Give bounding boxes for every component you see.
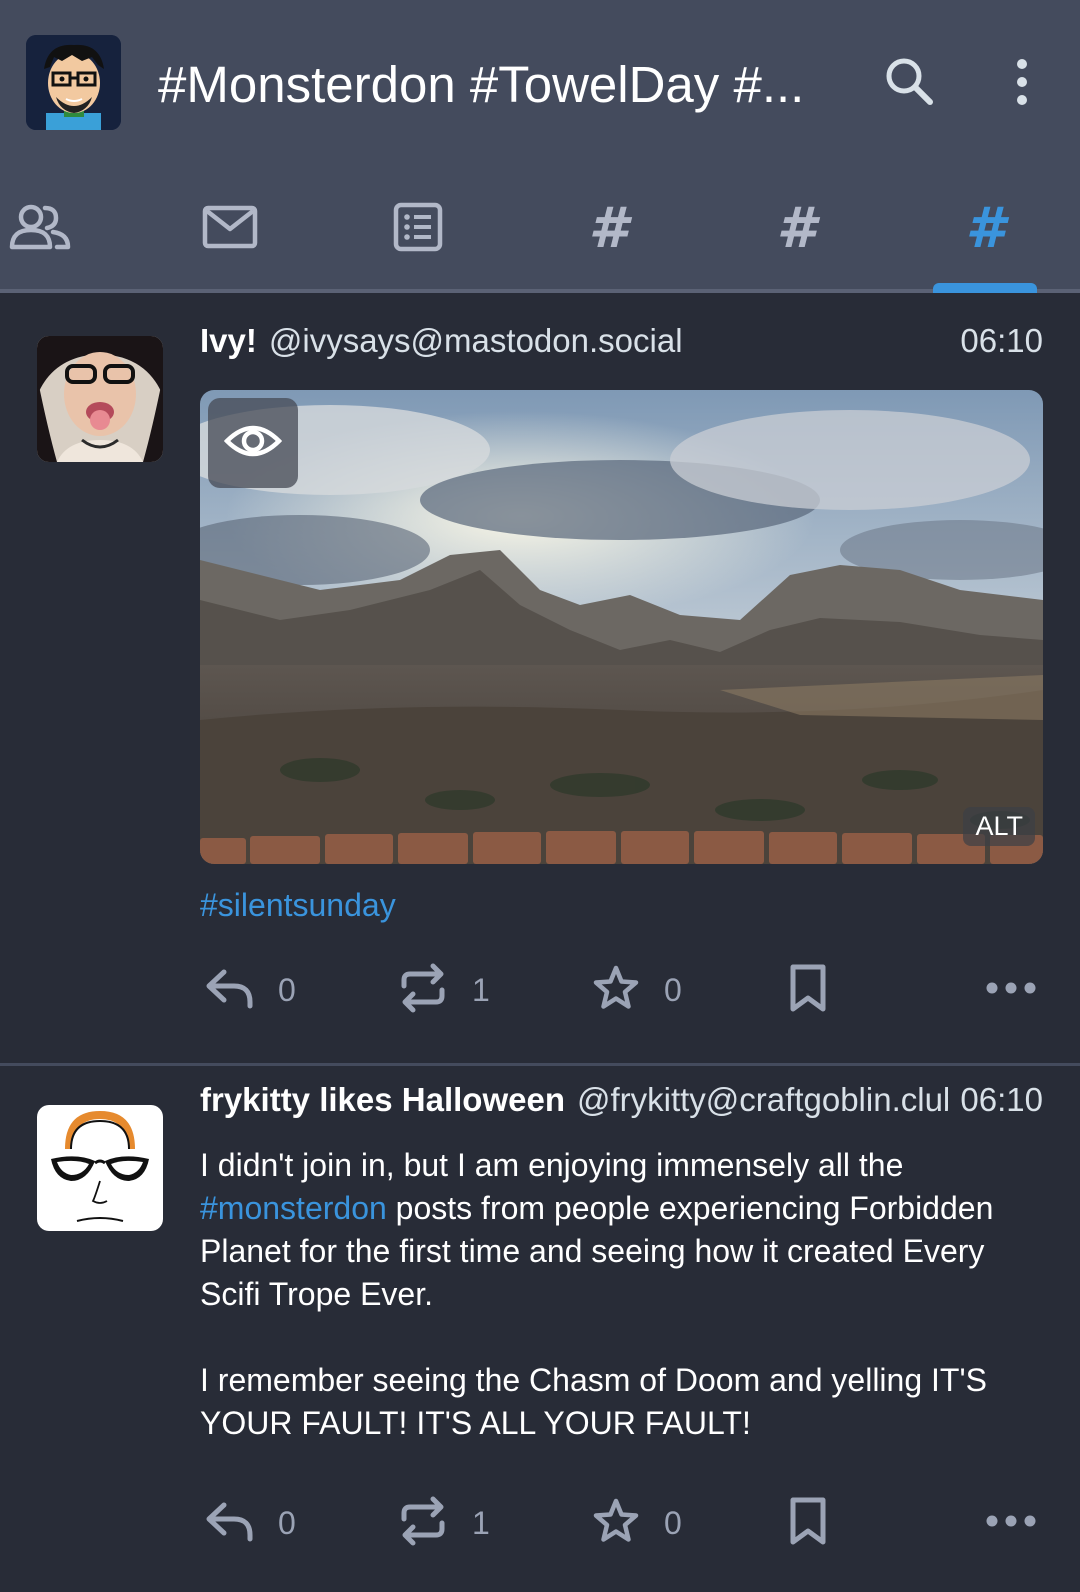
reply-icon	[204, 1499, 254, 1548]
reply-button[interactable]: 0	[204, 1493, 296, 1553]
post-actions: 0 1 0	[200, 1493, 1050, 1553]
post-paragraph: I didn't join in, but I am enjoying imme…	[200, 1144, 1050, 1316]
active-tab-indicator	[933, 283, 1037, 293]
status-post[interactable]: Ivy! @ivysays@mastodon.social 06:10 ALT …	[0, 300, 1080, 1063]
avatar[interactable]	[37, 1105, 163, 1231]
post-content: I didn't join in, but I am enjoying imme…	[200, 1144, 1050, 1445]
avatar[interactable]	[37, 336, 163, 462]
favourite-count: 0	[664, 971, 682, 1008]
post-text: I didn't join in, but I am enjoying imme…	[200, 1147, 904, 1183]
tab-bar: # # #	[0, 165, 1080, 293]
hashtag-link[interactable]: #silentsunday	[200, 887, 396, 923]
post-paragraph: I remember seeing the Chasm of Doom and …	[200, 1362, 987, 1441]
more-horizontal-icon	[985, 1513, 1037, 1534]
favourite-button[interactable]: 0	[592, 960, 682, 1020]
boost-button[interactable]: 1	[398, 1493, 490, 1553]
account-handle[interactable]: @ivysays@mastodon.social	[269, 322, 949, 360]
more-vertical-icon[interactable]	[990, 52, 1050, 112]
tab-hashtag-2[interactable]: #	[706, 165, 886, 293]
bookmark-button[interactable]	[788, 1493, 828, 1553]
display-name[interactable]: Ivy!	[200, 322, 257, 360]
reply-count: 0	[278, 971, 296, 1008]
tab-messages[interactable]	[140, 165, 320, 293]
post-content: #silentsunday	[200, 884, 1050, 927]
tab-home[interactable]	[0, 165, 130, 293]
more-options-button[interactable]	[985, 960, 1037, 1020]
search-icon[interactable]	[880, 52, 940, 112]
favourite-button[interactable]: 0	[592, 1493, 682, 1553]
post-header: Ivy! @ivysays@mastodon.social 06:10	[200, 322, 1043, 372]
page-title: #Monsterdon #TowelDay #...	[158, 56, 805, 113]
hashtag-link[interactable]: #monsterdon	[200, 1190, 387, 1226]
timestamp[interactable]: 06:10	[960, 322, 1043, 360]
boost-button[interactable]: 1	[398, 960, 490, 1020]
boost-count: 1	[472, 1504, 490, 1541]
status-post[interactable]: frykitty likes Halloween @frykitty@craft…	[0, 1066, 1080, 1592]
more-options-button[interactable]	[985, 1493, 1037, 1553]
hashtag-icon: #	[588, 196, 628, 261]
boost-icon	[398, 1495, 448, 1552]
eye-icon	[223, 421, 283, 466]
star-icon	[592, 964, 640, 1017]
hashtag-icon: #	[776, 196, 816, 261]
favourite-count: 0	[664, 1504, 682, 1541]
reply-icon	[204, 966, 254, 1015]
toggle-visibility-button[interactable]	[208, 398, 298, 488]
media-attachment[interactable]: ALT	[200, 390, 1043, 864]
account-handle[interactable]: @frykitty@craftgoblin.club	[577, 1081, 948, 1119]
hashtag-icon: #	[965, 196, 1005, 261]
tab-hashtag-1[interactable]: #	[518, 165, 698, 293]
alt-text-badge[interactable]: ALT	[963, 807, 1035, 846]
tab-lists[interactable]	[328, 165, 508, 293]
mail-icon	[202, 205, 258, 254]
display-name[interactable]: frykitty likes Halloween	[200, 1081, 565, 1119]
app-bar: #Monsterdon #TowelDay #...	[0, 0, 1080, 165]
bookmark-icon	[788, 1496, 828, 1551]
people-icon	[9, 204, 71, 255]
bookmark-button[interactable]	[788, 960, 828, 1020]
boost-count: 1	[472, 971, 490, 1008]
post-header: frykitty likes Halloween @frykitty@craft…	[200, 1081, 1043, 1131]
bookmark-icon	[788, 963, 828, 1018]
post-actions: 0 1 0	[200, 960, 1050, 1020]
reply-count: 0	[278, 1504, 296, 1541]
boost-icon	[398, 962, 448, 1019]
star-icon	[592, 1497, 640, 1550]
tab-hashtag-3[interactable]: #	[895, 165, 1075, 293]
reply-button[interactable]: 0	[204, 960, 296, 1020]
list-icon	[393, 202, 443, 257]
more-horizontal-icon	[985, 980, 1037, 1001]
account-avatar[interactable]	[26, 35, 121, 130]
timestamp[interactable]: 06:10	[960, 1081, 1043, 1119]
